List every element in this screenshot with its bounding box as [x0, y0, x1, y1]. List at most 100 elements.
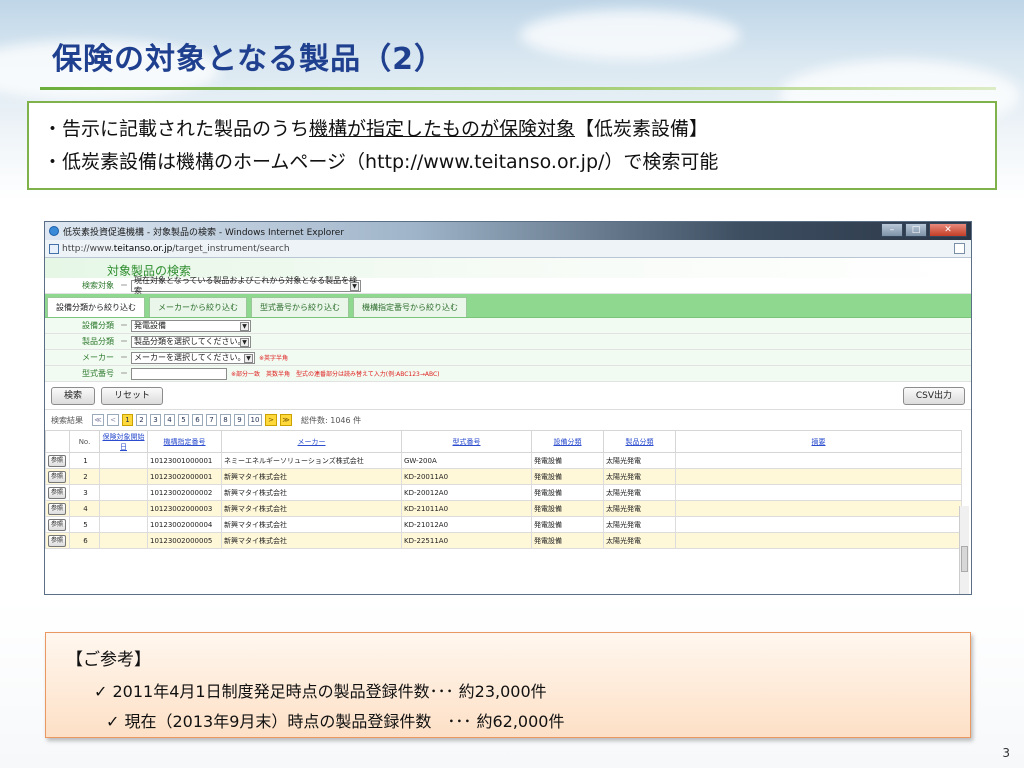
maker-select[interactable]: メーカーを選択してください。 ▼ [131, 351, 255, 364]
title-underline [40, 87, 996, 90]
address-bar[interactable]: http://www. teitanso.or.jp/target_instrum… [45, 240, 971, 258]
search-target-select[interactable]: 現在対象となっている製品およびこれから対象となる製品を検索 ▼ [131, 276, 361, 295]
tab-maker[interactable]: メーカーから絞り込む [149, 297, 247, 317]
page-button[interactable]: 4 [164, 414, 175, 426]
table-header-cell[interactable]: 製品分類 [603, 430, 676, 453]
pagination: 検索結果 ≪ < 1 2 3 4 5 6 7 8 9 10 > ≫ 総件数: 1… [45, 410, 971, 430]
table-cell: 10123001000001 [147, 452, 222, 469]
url-path: /target_instrument/search [172, 243, 290, 254]
table-cell [675, 500, 962, 517]
page-icon [49, 243, 59, 254]
view-button[interactable]: 参照 [48, 518, 67, 531]
table-cell: GW-200A [401, 452, 532, 469]
url-domain: teitanso.or.jp [113, 243, 173, 254]
maximize-icon[interactable]: □ [905, 223, 927, 237]
table-cell [99, 532, 148, 549]
view-button[interactable]: 参照 [48, 470, 67, 483]
table-cell: 太陽光発電 [603, 500, 676, 517]
table-cell: 5 [69, 516, 100, 533]
table-cell: KD-22511A0 [401, 532, 532, 549]
page-button[interactable]: 8 [220, 414, 231, 426]
last-page-button[interactable]: ≫ [280, 414, 292, 426]
reference-line-1: ✓ 2011年4月1日制度発足時点の製品登録件数･･･ 約23,000件 [94, 682, 547, 701]
table-header-cell[interactable]: 摘要 [675, 430, 962, 453]
view-button[interactable]: 参照 [48, 534, 67, 547]
table-cell: 発電設備 [531, 484, 604, 501]
table-cell [675, 484, 962, 501]
table-cell: 発電設備 [531, 516, 604, 533]
view-button[interactable]: 参照 [48, 454, 67, 467]
table-cell: 太陽光発電 [603, 484, 676, 501]
tab-designation[interactable]: 機構指定番号から絞り込む [353, 297, 467, 317]
product-select[interactable]: 製品分類を選択してください。 ▼ [131, 335, 251, 348]
dropdown-arrow-icon: ▼ [244, 353, 253, 363]
table-cell: 発電設備 [531, 452, 604, 469]
next-page-button[interactable]: > [265, 414, 277, 426]
compatibility-view-icon[interactable] [954, 243, 965, 254]
table-row: 参照 3 10123002000002 新興マタイ株式会社 KD-20012A0 発電設備… [45, 484, 962, 501]
tab-equipment[interactable]: 設備分類から絞り込む [47, 297, 145, 317]
minimize-icon[interactable]: – [881, 223, 903, 237]
page-button[interactable]: 1 [122, 414, 133, 426]
equipment-label: 設備分類 [82, 321, 114, 330]
table-cell [675, 532, 962, 549]
page-button[interactable]: 10 [248, 414, 262, 426]
table-body: 参照 1 10123001000001 ネミーエネルギーソリューションズ株式会社 GW-… [45, 452, 962, 549]
table-header-cell[interactable]: 機構指定番号 [147, 430, 222, 453]
first-page-button[interactable]: ≪ [92, 414, 104, 426]
page-button[interactable]: 9 [234, 414, 245, 426]
table-cell: 太陽光発電 [603, 532, 676, 549]
page-button[interactable]: 5 [178, 414, 189, 426]
search-target-row: 検索対象 ＝ 現在対象となっている製品およびこれから対象となる製品を検索 ▼ [45, 276, 971, 295]
csv-export-button[interactable]: CSV出力 [902, 386, 965, 405]
page-number: 3 [1002, 746, 1010, 760]
table-scrollbar[interactable] [959, 506, 969, 594]
page-button[interactable]: 7 [206, 414, 217, 426]
dropdown-arrow-icon: ▼ [350, 281, 359, 291]
equipment-select[interactable]: 発電設備 ▼ [131, 319, 251, 332]
view-button[interactable]: 参照 [48, 502, 67, 515]
page-content: 対象製品の検索 検索対象 ＝ 現在対象となっている製品およびこれから対象となる製… [45, 258, 971, 594]
table-cell: 10123002000003 [147, 500, 222, 517]
table-header-cell[interactable]: 型式番号 [401, 430, 532, 453]
table-cell: 6 [69, 532, 100, 549]
tab-model[interactable]: 型式番号から絞り込む [251, 297, 349, 317]
notice-line-1: ・告示に記載された製品のうち機構が指定したものが保険対象【低炭素設備】 [43, 113, 981, 146]
table-cell: 新興マタイ株式会社 [221, 500, 402, 517]
table-cell: 新興マタイ株式会社 [221, 516, 402, 533]
prev-page-button[interactable]: < [107, 414, 119, 426]
search-button[interactable]: 検索 [51, 386, 96, 405]
table-cell [99, 452, 148, 469]
equipment-value: 発電設備 [134, 320, 166, 330]
table-header-cell: No. [69, 430, 100, 453]
table-cell: KD-21011A0 [401, 500, 532, 517]
cloud-decoration [520, 10, 740, 60]
page-button[interactable]: 3 [150, 414, 161, 426]
model-note: ※部分一致 英数半角 型式の連番部分は読み替えて入力(例:ABC123→ABC) [231, 371, 440, 378]
table-cell: 新興マタイ株式会社 [221, 532, 402, 549]
results-table: No. 保険対象開始日 機構指定番号 メーカー 型式番号 設備分類 製品分類 摘要 参照 1 10… [45, 430, 962, 549]
reset-button[interactable]: リセット [101, 386, 164, 405]
table-cell [675, 516, 962, 533]
model-label: 型式番号 [82, 369, 114, 378]
table-cell: 太陽光発電 [603, 516, 676, 533]
ie-icon [49, 226, 59, 236]
separator: ＝ [120, 281, 128, 290]
maker-label: メーカー [82, 353, 114, 362]
maker-value: メーカーを選択してください。 [134, 352, 246, 362]
table-header-cell[interactable]: メーカー [221, 430, 402, 453]
table-header-cell[interactable]: 設備分類 [531, 430, 604, 453]
separator: ＝ [120, 369, 128, 378]
page-button[interactable]: 6 [192, 414, 203, 426]
table-header-cell[interactable]: 保険対象開始日 [99, 430, 148, 453]
scrollbar-thumb[interactable] [961, 546, 968, 572]
product-row: 製品分類 ＝ 製品分類を選択してください。 ▼ [45, 334, 971, 350]
close-icon[interactable]: ✕ [929, 223, 967, 237]
model-input[interactable] [131, 367, 227, 380]
page-button[interactable]: 2 [136, 414, 147, 426]
table-cell [675, 452, 962, 469]
view-button[interactable]: 参照 [48, 486, 67, 499]
table-cell: KD-20012A0 [401, 484, 532, 501]
reference-line-2: ✓ 現在（2013年9月末）時点の製品登録件数 ･･･ 約62,000件 [106, 712, 565, 731]
dropdown-arrow-icon: ▼ [240, 337, 249, 347]
